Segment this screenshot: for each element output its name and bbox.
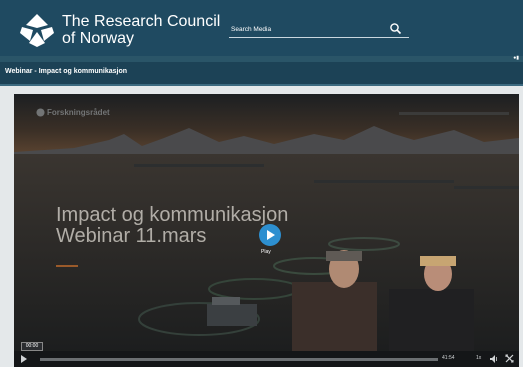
- search-icon[interactable]: [389, 22, 403, 36]
- video-player[interactable]: Forskningsrådet Impact og kommunikasjon …: [14, 94, 519, 367]
- player-area: Forskningsrådet Impact og kommunikasjon …: [0, 86, 523, 367]
- video-title-line1: Impact og kommunikasjon: [56, 204, 289, 226]
- research-council-logo[interactable]: [20, 13, 54, 47]
- brand-logo-icon: [36, 108, 45, 117]
- title-rule: [56, 265, 78, 267]
- duration: 41:54: [442, 355, 455, 361]
- org-name-line1: The Research Council: [62, 13, 221, 30]
- control-play-icon[interactable]: [20, 355, 28, 363]
- video-brand-text: Forskningsrådet: [47, 108, 110, 117]
- org-name-line2: of Norway: [62, 30, 135, 47]
- search-input[interactable]: [231, 22, 381, 36]
- video-brand: Forskningsrådet: [36, 108, 110, 117]
- speed-button[interactable]: 1x: [476, 355, 481, 361]
- player-controls: 41:54 1x: [14, 351, 519, 367]
- org-name[interactable]: The Research Council of Norway: [62, 13, 220, 47]
- play-button[interactable]: [259, 224, 281, 246]
- video-title-line2: Webinar 11.mars: [56, 225, 207, 247]
- search-bar: [229, 22, 409, 38]
- page-title: Webinar - Impact og kommunikasjon: [5, 68, 128, 75]
- fullscreen-icon[interactable]: [505, 354, 514, 363]
- play-icon: [267, 230, 275, 240]
- title-bar: Webinar - Impact og kommunikasjon: [0, 62, 523, 84]
- brand-tagline: [399, 112, 509, 115]
- volume-icon[interactable]: [490, 355, 499, 363]
- user-icon[interactable]: ●▮: [513, 55, 519, 61]
- progress-bar[interactable]: [40, 358, 438, 361]
- play-label: Play: [261, 249, 271, 255]
- site-header: The Research Council of Norway: [0, 0, 523, 56]
- current-time-tooltip: 00:00: [21, 342, 43, 351]
